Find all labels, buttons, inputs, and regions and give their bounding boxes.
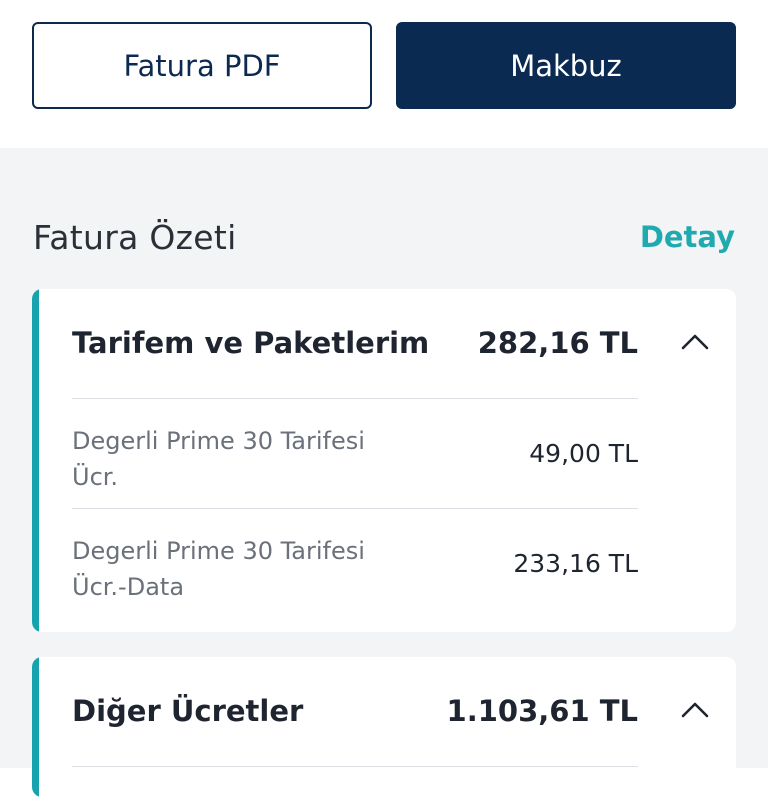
section-header-tariff[interactable]: Tarifem ve Paketlerim 282,16 TL [32, 289, 736, 399]
receipt-button[interactable]: Makbuz [396, 22, 736, 109]
summary-title: Fatura Özeti [33, 218, 237, 257]
section-header-other-charges[interactable]: Diğer Ücretler 1.103,61 TL [32, 657, 736, 767]
detail-link[interactable]: Detay [640, 220, 735, 254]
section-title: Diğer Ücretler [72, 694, 304, 728]
invoice-pdf-button[interactable]: Fatura PDF [32, 22, 372, 109]
line-item: Degerli Prime 30 Tarifesi Ücr.-Data 233,… [32, 509, 736, 617]
line-item-label-line2: Ücr. [72, 463, 119, 491]
section-title: Tarifem ve Paketlerim [72, 326, 430, 360]
section-card-other-charges: Diğer Ücretler 1.103,61 TL [32, 657, 736, 797]
chevron-up-icon[interactable] [680, 331, 710, 351]
line-item-label: Degerli Prime 30 Tarifesi Ücr.-Data [72, 533, 412, 605]
divider [72, 766, 638, 767]
line-item-label: Degerli Prime 30 Tarifesi Ücr. [72, 423, 412, 495]
section-total: 282,16 TL [477, 326, 638, 360]
section-card-tariff: Tarifem ve Paketlerim 282,16 TL Degerli … [32, 289, 736, 632]
line-item: Degerli Prime 30 Tarifesi Ücr. 49,00 TL [32, 399, 736, 507]
section-total: 1.103,61 TL [446, 694, 638, 728]
line-item-amount: 233,16 TL [513, 549, 638, 578]
line-item-label-line2: Ücr.-Data [72, 573, 185, 601]
invoice-summary-panel: Fatura Özeti Detay Tarifem ve Paketlerim… [0, 148, 768, 797]
action-bar: Fatura PDF Makbuz [0, 0, 768, 148]
line-item-label-line1: Degerli Prime 30 Tarifesi [72, 537, 365, 565]
line-item-amount: 49,00 TL [529, 439, 638, 468]
line-item-label-line1: Degerli Prime 30 Tarifesi [72, 427, 365, 455]
chevron-up-icon[interactable] [680, 699, 710, 719]
